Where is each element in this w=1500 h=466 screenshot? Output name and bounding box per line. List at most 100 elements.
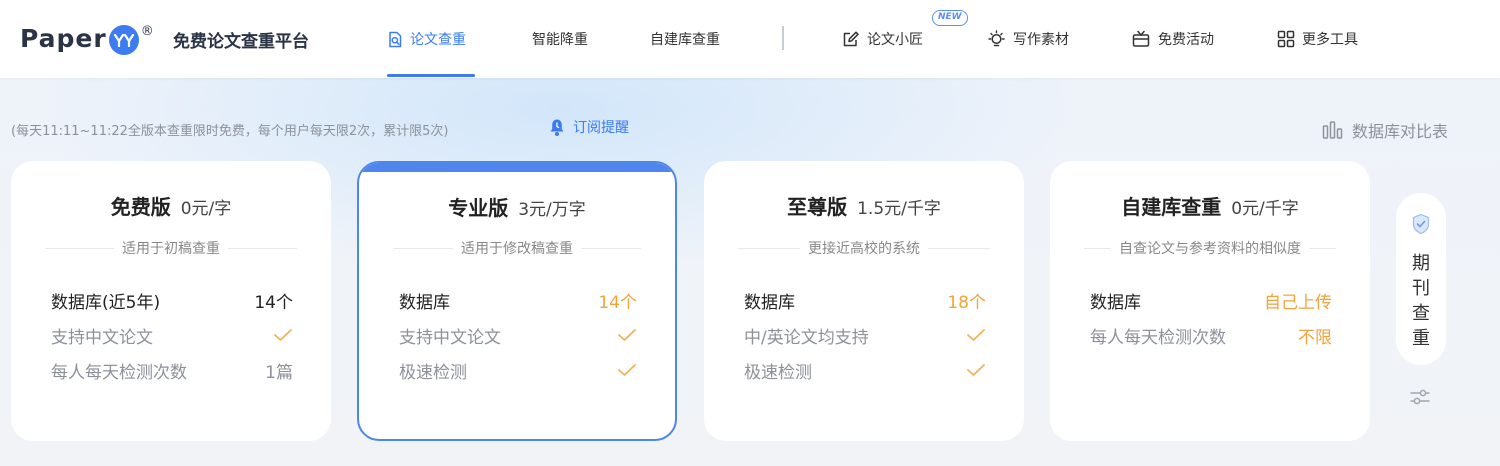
nav-free-activity[interactable]: 免费活动 xyxy=(1131,0,1214,78)
nav-more-tools[interactable]: 更多工具 xyxy=(1277,0,1358,78)
nav-custom-library[interactable]: 自建库查重 xyxy=(650,0,720,78)
new-badge: NEW xyxy=(932,10,968,26)
nav-label: 更多工具 xyxy=(1302,32,1358,48)
feature-row: 支持中文论文 xyxy=(51,322,293,348)
plan-subtitle: 更接近高校的系统 xyxy=(738,238,990,258)
label-char: 重 xyxy=(1412,328,1430,349)
database-compare-link[interactable]: 数据库对比表 xyxy=(1322,118,1448,142)
nav-divider xyxy=(782,26,784,50)
plan-name: 专业版 xyxy=(448,196,509,220)
journal-check-widget[interactable]: 期 刊 查 重 xyxy=(1396,193,1446,365)
nav-paper-check[interactable]: 论文查重 xyxy=(387,0,466,78)
free-period-notice: (每天11:11~11:22全版本查重限时免费，每个用户每天限2次，累计限5次) xyxy=(11,124,449,139)
plan-subtitle-text: 更接近高校的系统 xyxy=(808,241,920,257)
feature-row: 支持中文论文 xyxy=(399,322,637,348)
nav-label: 自建库查重 xyxy=(650,32,720,48)
bell-icon xyxy=(548,118,566,137)
label-char: 刊 xyxy=(1412,278,1430,299)
feature-label: 数据库 xyxy=(1090,292,1141,313)
feature-row: 数据库 18个 xyxy=(744,287,986,313)
plan-subtitle-text: 适用于初稿查重 xyxy=(122,241,220,257)
plan-subtitle-text: 适用于修改稿查重 xyxy=(461,241,573,257)
compare-label: 数据库对比表 xyxy=(1352,122,1449,141)
nav-label: 论文小匠 xyxy=(867,32,923,48)
check-icon xyxy=(966,363,986,377)
feature-label: 支持中文论文 xyxy=(51,327,153,348)
feature-value: 14个 xyxy=(598,292,637,313)
feature-label: 每人每天检测次数 xyxy=(1090,327,1226,348)
feature-value: 不限 xyxy=(1298,327,1332,348)
plan-price: 3元/万字 xyxy=(518,200,586,220)
plan-subtitle: 自查论文与参考资料的相似度 xyxy=(1084,238,1336,258)
feature-row: 数据库(近5年) 14个 xyxy=(51,287,293,313)
plan-name: 至尊版 xyxy=(787,195,848,219)
plan-subtitle: 适用于修改稿查重 xyxy=(393,238,641,258)
feature-label: 极速检测 xyxy=(744,362,812,383)
feature-label: 支持中文论文 xyxy=(399,327,501,348)
logo-yy-icon xyxy=(108,25,139,55)
feature-label: 数据库 xyxy=(399,292,450,313)
plan-card-custom-library[interactable]: 自建库查重 0元/千字 自查论文与参考资料的相似度 数据库 自己上传 每人每天检测… xyxy=(1050,161,1370,441)
feature-row: 数据库 自己上传 xyxy=(1090,287,1332,313)
label-char: 期 xyxy=(1412,253,1430,274)
plan-card-ultimate[interactable]: 至尊版 1.5元/千字 更接近高校的系统 数据库 18个 中/英论文均支持 极速检… xyxy=(704,161,1024,441)
feature-row: 中/英论文均支持 xyxy=(744,322,986,348)
feature-row: 极速检测 xyxy=(399,357,637,383)
feature-row: 数据库 14个 xyxy=(399,287,637,313)
platform-name: 免费论文查重平台 xyxy=(173,32,309,52)
card-title: 自建库查重 0元/千字 xyxy=(1050,191,1370,220)
feature-row: 每人每天检测次数 不限 xyxy=(1090,322,1332,348)
check-icon xyxy=(617,363,637,377)
edit-icon xyxy=(842,30,860,48)
logo[interactable]: Paper ® xyxy=(20,18,154,58)
registered-mark: ® xyxy=(140,23,154,39)
nav-label: 论文查重 xyxy=(410,32,466,48)
card-title: 至尊版 1.5元/千字 xyxy=(704,191,1024,220)
card-title: 专业版 3元/万字 xyxy=(359,192,675,221)
grid-icon xyxy=(1277,30,1295,48)
feature-value: 14个 xyxy=(254,292,293,313)
check-icon xyxy=(273,328,293,342)
feature-value: 1篇 xyxy=(265,362,293,383)
top-navbar: Paper ® 免费论文查重平台 论文查重 智能降重 自建库查重 论文小匠 NE… xyxy=(0,0,1500,78)
check-icon xyxy=(966,328,986,342)
shield-icon xyxy=(1411,213,1431,241)
plan-card-free[interactable]: 免费版 0元/字 适用于初稿查重 数据库(近5年) 14个 支持中文论文 每人每天… xyxy=(11,161,331,441)
nav-label: 智能降重 xyxy=(532,32,588,48)
feature-label: 数据库 xyxy=(744,292,795,313)
feature-label: 极速检测 xyxy=(399,362,467,383)
feature-value: 18个 xyxy=(947,292,986,313)
subscribe-label: 订阅提醒 xyxy=(573,120,629,136)
feature-value: 自己上传 xyxy=(1264,292,1332,313)
label-char: 查 xyxy=(1412,303,1430,324)
nav-writing-material[interactable]: 写作素材 xyxy=(987,0,1069,78)
nav-paper-writer[interactable]: 论文小匠 xyxy=(842,0,923,78)
feature-label: 每人每天检测次数 xyxy=(51,362,187,383)
plan-card-pro[interactable]: 专业版 3元/万字 适用于修改稿查重 数据库 14个 支持中文论文 极速检测 xyxy=(357,161,677,441)
card-title: 免费版 0元/字 xyxy=(11,191,331,220)
logo-text: Paper xyxy=(20,23,107,53)
nav-label: 写作素材 xyxy=(1013,32,1069,48)
gift-icon xyxy=(1131,30,1151,48)
feature-label: 数据库(近5年) xyxy=(51,292,161,313)
plan-name: 自建库查重 xyxy=(1121,195,1222,219)
feature-label: 中/英论文均支持 xyxy=(744,327,869,348)
check-icon xyxy=(617,328,637,342)
subscribe-reminder-link[interactable]: 订阅提醒 xyxy=(548,117,629,137)
active-nav-indicator xyxy=(387,74,475,77)
plan-subtitle-text: 自查论文与参考资料的相似度 xyxy=(1119,241,1301,257)
journal-check-label: 期 刊 查 重 xyxy=(1396,251,1446,351)
search-doc-icon xyxy=(387,31,403,48)
plan-subtitle: 适用于初稿查重 xyxy=(45,238,297,258)
feature-row: 极速检测 xyxy=(744,357,986,383)
plan-price: 0元/千字 xyxy=(1231,199,1299,219)
plan-name: 免费版 xyxy=(110,195,171,219)
bar-chart-icon xyxy=(1322,120,1343,140)
sliders-icon[interactable] xyxy=(1409,386,1431,412)
plan-price: 1.5元/千字 xyxy=(857,199,941,219)
feature-row: 每人每天检测次数 1篇 xyxy=(51,357,293,383)
nav-label: 免费活动 xyxy=(1158,32,1214,48)
nav-smart-reduce[interactable]: 智能降重 xyxy=(532,0,588,78)
bulb-icon xyxy=(987,29,1006,49)
plan-price: 0元/字 xyxy=(180,199,232,219)
